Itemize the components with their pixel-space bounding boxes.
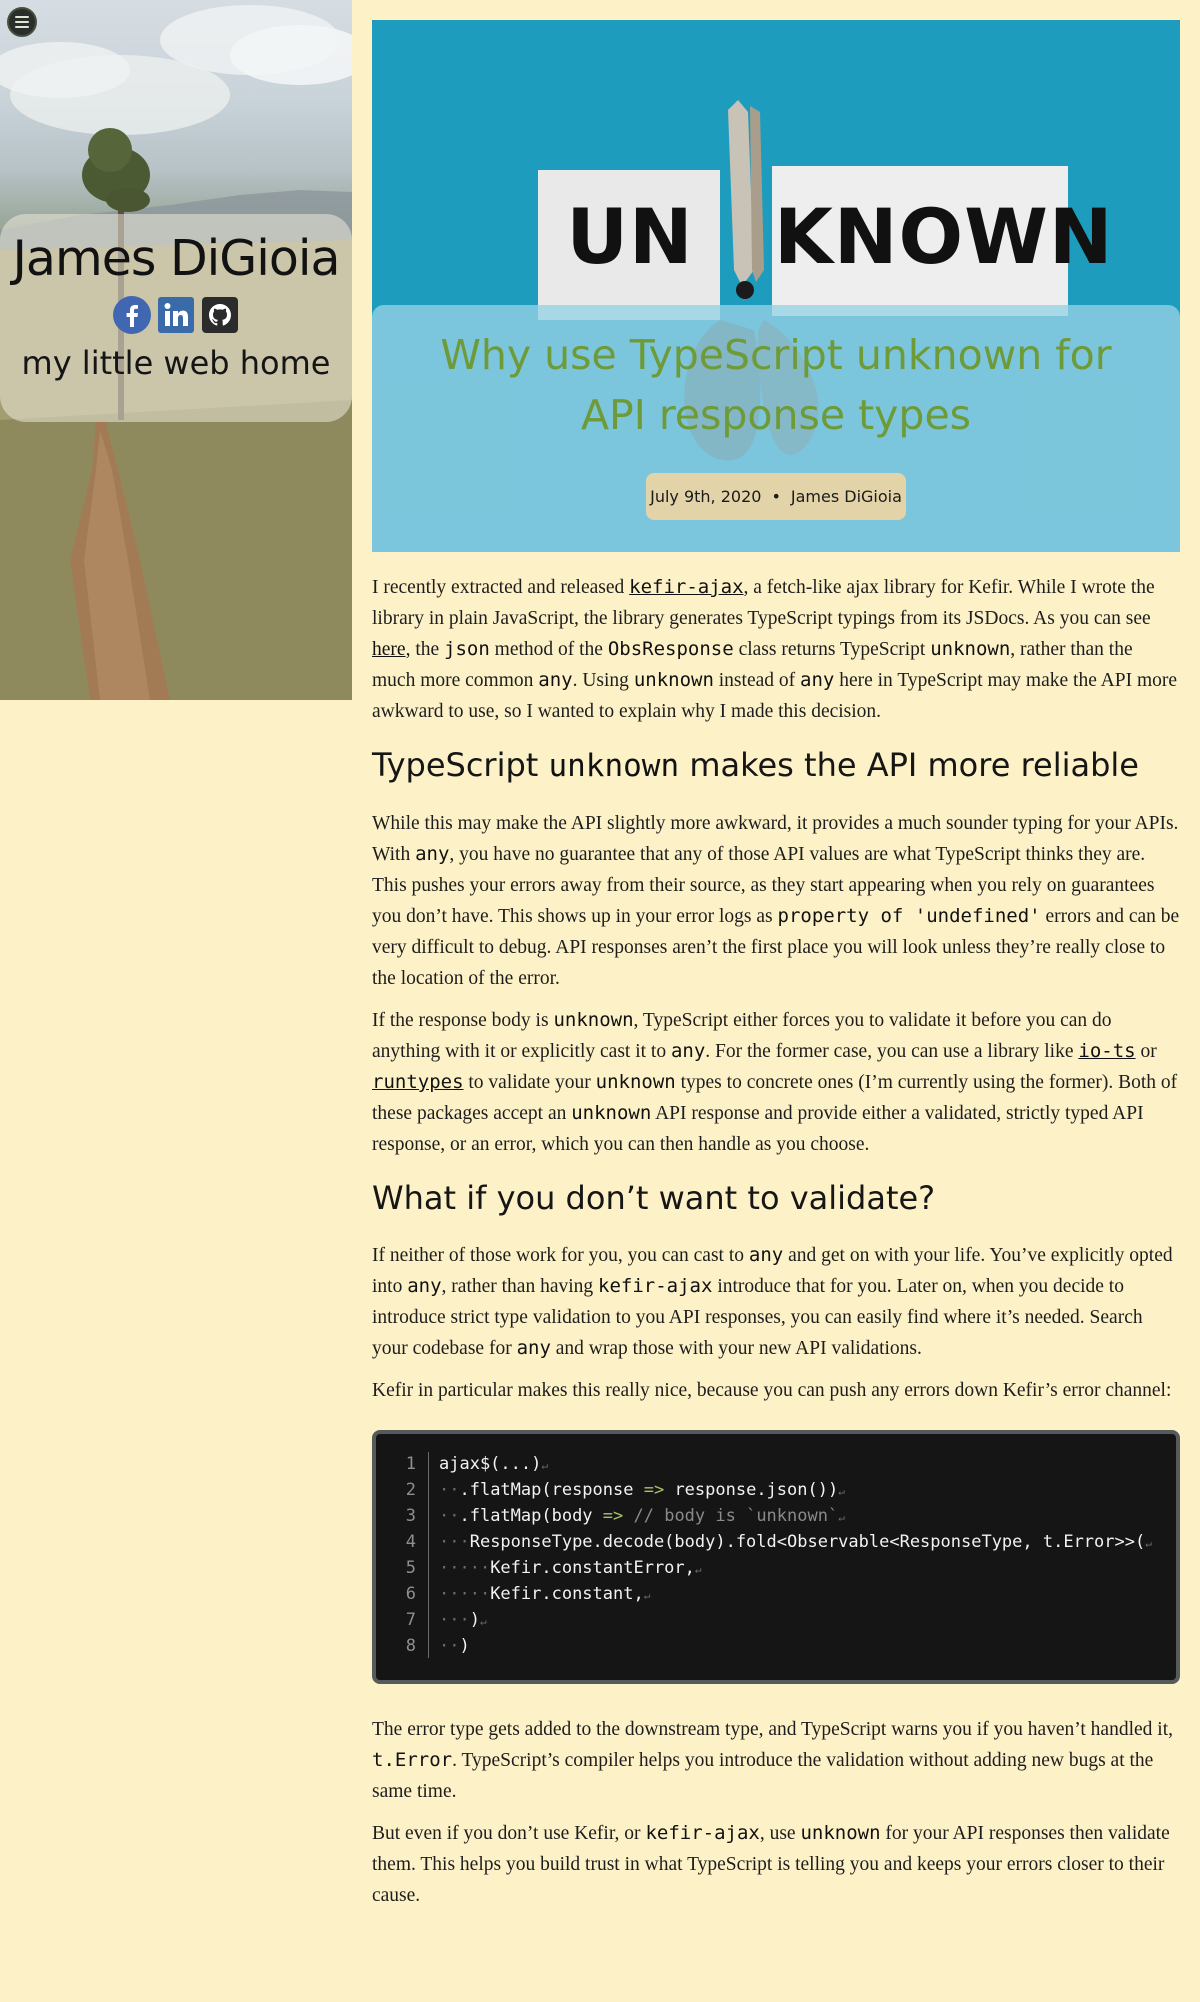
site-name[interactable]: James DiGioia [0,214,352,286]
code-block[interactable]: 1 ajax$(...)↵ 2 ··.flatMap(response => res… [372,1430,1180,1684]
inline-code: any [670,1040,706,1062]
paragraph-kefir-errors: Kefir in particular makes this really ni… [372,1380,1172,1401]
paragraph-conclusion: But even if you don’t use Kefir, or kefi… [372,1822,1170,1906]
inline-code: ObsResponse [607,638,734,660]
inline-code: unknown [553,1009,634,1031]
article-meta: July 9th, 2020 • James DiGioia [646,473,906,520]
inline-code: unknown [930,638,1011,660]
paragraph-validation: If the response body is unknown, TypeScr… [372,1009,1178,1155]
section-heading-dont-validate: What if you don’t want to validate? [372,1179,936,1217]
article-title: Why use TypeScript unknown for API respo… [440,331,1112,439]
linkedin-icon [158,296,194,333]
inline-code: any [407,1275,442,1297]
article-hero: UN KNOWN Why use TypeScript unknown for … [372,20,1180,552]
code-line: 6 ·····Kefir.constant,↵ [376,1582,1176,1608]
code-line: 2 ··.flatMap(response => response.json())… [376,1478,1176,1504]
facebook-link[interactable] [113,295,151,334]
paragraph-error-type: The error type gets added to the downstr… [372,1719,1173,1802]
code-line: 4 ···ResponseType.decode(body).fold<Obser… [376,1530,1176,1556]
paragraph-soundness: While this may make the API slightly mor… [372,813,1180,989]
meta-separator: • [771,487,781,506]
inline-code: any [415,843,450,865]
github-link[interactable] [201,296,239,334]
linkedin-link[interactable] [157,296,195,334]
inline-code: unknown [633,669,714,691]
inline-code: any [800,669,835,691]
inline-code: any [748,1244,784,1266]
inline-code: kefir-ajax [645,1822,760,1844]
inline-code: unknown [571,1102,652,1124]
inline-code: unknown [595,1071,676,1093]
publish-date: July 9th, 2020 [650,487,762,506]
github-icon [202,296,238,333]
runtypes-link[interactable]: runtypes [372,1071,464,1093]
section-heading-reliable: TypeScript unknown makes the API more re… [372,746,1139,784]
code-line: 7 ···)↵ [376,1608,1176,1634]
io-ts-link[interactable]: io-ts [1078,1040,1135,1062]
profile-card: James DiGioia my little web home [0,214,352,422]
sidebar: James DiGioia my little web home [0,0,352,700]
facebook-icon [113,295,151,334]
code-line: 1 ajax$(...)↵ [376,1452,1176,1478]
code-line: 5 ·····Kefir.constantError,↵ [376,1556,1176,1582]
kefir-ajax-link[interactable]: kefir-ajax [629,576,743,598]
inline-code: kefir-ajax [598,1275,713,1297]
inline-code: t.Error [372,1749,453,1771]
article-author: James DiGioia [790,487,902,506]
site-tagline: my little web home [21,343,331,382]
inline-code: unknown [800,1822,881,1844]
article-body: I recently extracted and released kefir-… [372,572,1180,1922]
inline-code: property of 'undefined' [777,905,1041,927]
hamburger-menu-icon [15,16,29,18]
hero-image-word-right: KNOWN [774,192,1114,281]
hero-image-word-left: UN [566,192,694,281]
inline-code: any [538,669,573,691]
social-links [0,295,352,334]
here-link[interactable]: here [372,639,406,660]
inline-code: any [516,1337,551,1359]
paragraph-cast-any: If neither of those work for you, you ca… [372,1244,1173,1359]
menu-toggle-button[interactable] [7,7,37,37]
inline-code: json [444,638,490,660]
code-line: 8 ··) [376,1634,1176,1658]
code-line: 3 ··.flatMap(body => // body is `unknown`… [376,1504,1176,1530]
paragraph-intro: I recently extracted and released kefir-… [372,576,1178,722]
